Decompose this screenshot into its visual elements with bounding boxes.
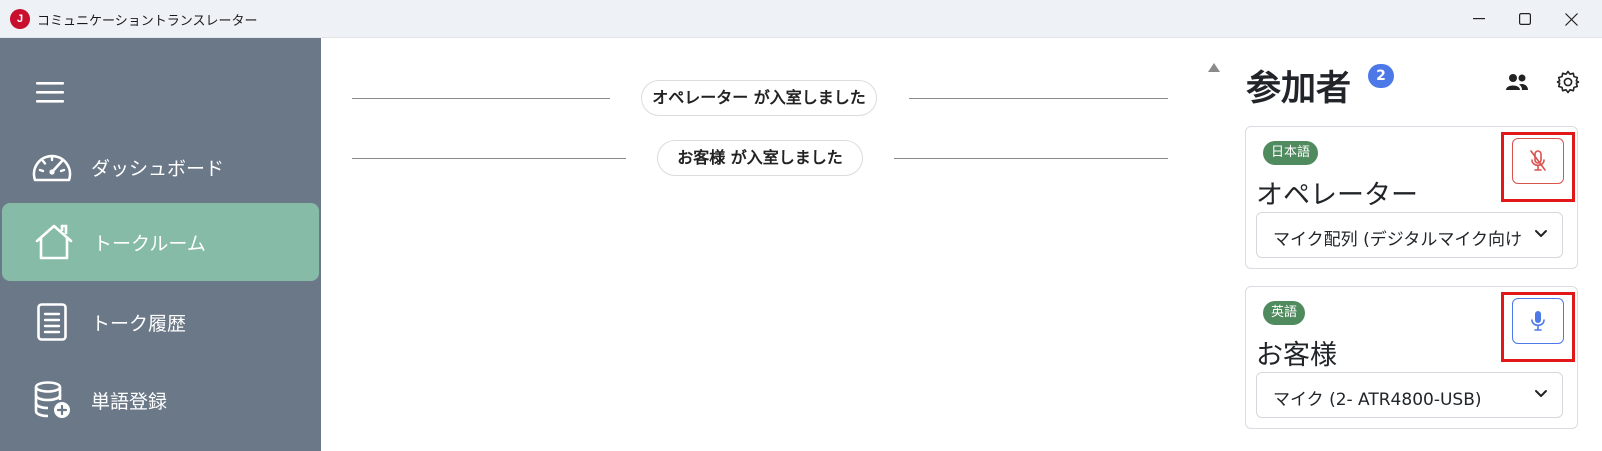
language-badge: 日本語 [1263,141,1319,165]
gear-icon [1556,70,1580,94]
sidebar-item-talkroom[interactable]: トークルーム [2,203,319,281]
divider-line [352,98,610,99]
maximize-icon [1519,13,1531,25]
mic-muted-icon [1530,150,1546,171]
participants-button[interactable] [1504,69,1530,95]
participant-card: 日本語 オペレーター マイク配列 (デジタルマイク向けインテル® スマート・サウ… [1245,126,1578,269]
divider-line [909,98,1168,99]
participants-panel: 参加者 2 日本語 オペレーター マイク配列 (デジタルマイク向けインテル® ス… [1228,38,1602,451]
hamburger-menu-button[interactable] [34,78,68,106]
divider-line [894,158,1168,159]
mute-toggle-button[interactable] [1512,298,1564,344]
gauge-icon [30,145,74,189]
home-icon [32,220,76,264]
selected-device: マイク (2- ATR4800-USB) [1273,390,1482,410]
people-icon [1506,74,1528,90]
settings-button[interactable] [1555,69,1581,95]
mic-icon [1531,311,1545,331]
close-button[interactable] [1548,0,1594,38]
hamburger-icon [36,82,64,103]
chat-area: オペレーター が入室しました お客様 が入室しました [321,38,1216,451]
divider-line [352,158,626,159]
scroll-up-arrow[interactable] [1208,63,1220,72]
language-badge: 英語 [1263,301,1306,325]
sidebar: ダッシュボード トークルーム トーク履歴 単語登録 [0,38,321,451]
participant-count-badge: 2 [1368,64,1394,88]
microphone-select[interactable]: マイク (2- ATR4800-USB) [1256,372,1563,418]
selected-device: マイク配列 (デジタルマイク向けインテル® スマート・サウンド・テクノロジー) [1273,230,1521,250]
sidebar-item-talk-history[interactable]: トーク履歴 [0,283,321,361]
sidebar-item-label: 単語登録 [91,390,168,413]
title-bar: J コミュニケーショントランスレーター [0,0,1602,38]
sidebar-item-dashboard[interactable]: ダッシュボード [0,128,321,206]
close-icon [1564,12,1578,26]
chevron-down-icon [1535,230,1547,237]
minimize-icon [1473,18,1485,20]
minimize-button[interactable] [1456,0,1502,38]
participants-title: 参加者 [1246,69,1352,109]
participant-name: お客様 [1256,340,1337,371]
app-logo: J [10,9,30,29]
system-message: オペレーター が入室しました [352,80,1168,116]
chevron-down-icon [1535,390,1547,397]
mute-toggle-button[interactable] [1512,138,1564,184]
sidebar-item-label: トーク履歴 [91,312,187,335]
participant-card: 英語 お客様 マイク (2- ATR4800-USB) [1245,286,1578,429]
database-add-icon [30,378,74,422]
microphone-select[interactable]: マイク配列 (デジタルマイク向けインテル® スマート・サウンド・テクノロジー) [1256,212,1563,258]
sidebar-item-word-registration[interactable]: 単語登録 [0,361,321,439]
maximize-button[interactable] [1502,0,1548,38]
system-message-pill: オペレーター が入室しました [641,80,877,116]
system-message: お客様 が入室しました [352,140,1168,176]
document-icon [30,300,74,344]
participant-name: オペレーター [1256,180,1418,211]
system-message-pill: お客様 が入室しました [657,140,863,176]
sidebar-item-label: ダッシュボード [91,157,225,180]
sidebar-item-label: トークルーム [93,232,206,255]
window-title: コミュニケーショントランスレーター [37,14,258,29]
